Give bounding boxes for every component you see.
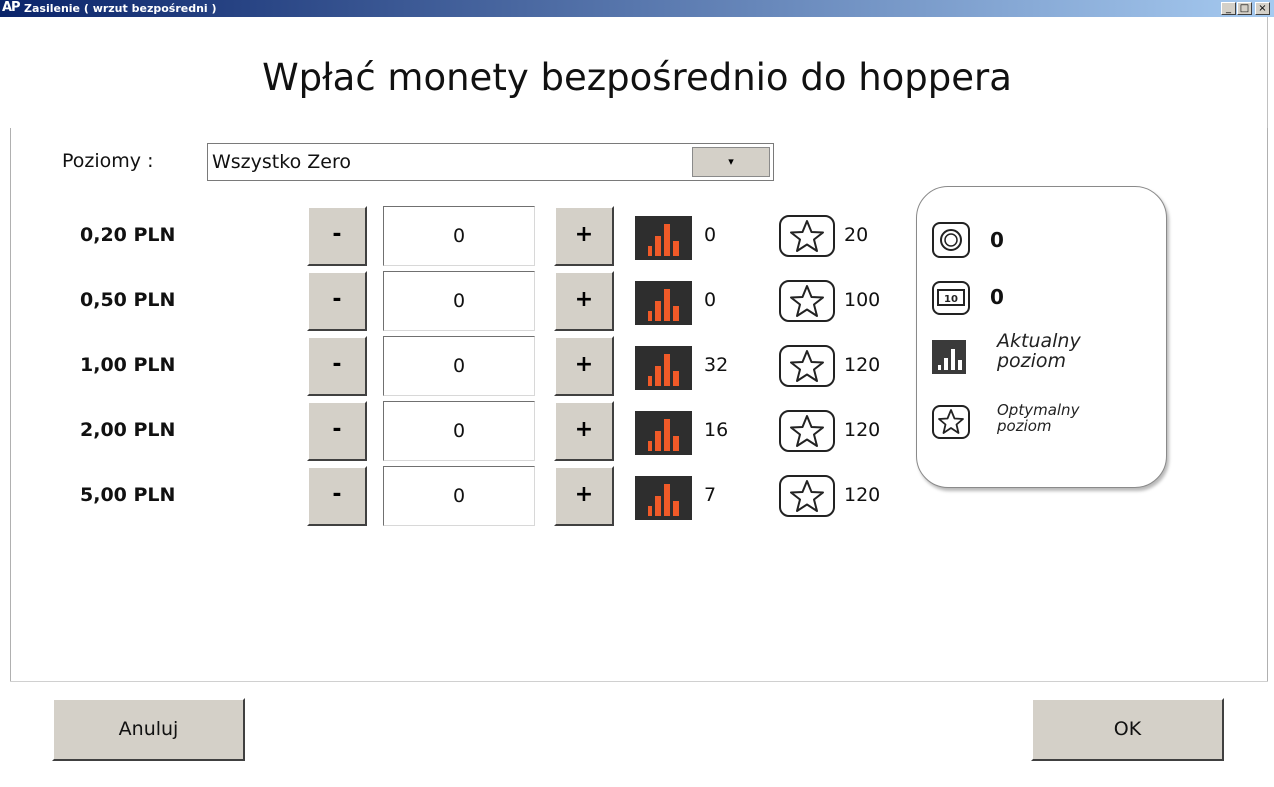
increase-button[interactable]: + bbox=[554, 271, 614, 331]
current-level-icon bbox=[635, 411, 692, 455]
current-level-value: 0 bbox=[704, 224, 717, 246]
minimize-button[interactable]: _ bbox=[1221, 2, 1236, 15]
denomination-label: 5,00 PLN bbox=[80, 484, 176, 506]
close-button[interactable]: × bbox=[1255, 2, 1270, 15]
denomination-label: 1,00 PLN bbox=[80, 354, 176, 376]
increase-button[interactable]: + bbox=[554, 401, 614, 461]
increase-button[interactable]: + bbox=[554, 466, 614, 526]
decrease-button[interactable]: - bbox=[307, 271, 367, 331]
denomination-label: 0,50 PLN bbox=[80, 289, 176, 311]
denomination-label: 0,20 PLN bbox=[80, 224, 176, 246]
current-level-icon bbox=[635, 216, 692, 260]
decrease-button[interactable]: - bbox=[307, 336, 367, 396]
optimal-level-star-icon bbox=[779, 280, 835, 322]
current-level-icon bbox=[635, 346, 692, 390]
banknote-icon: 10 bbox=[932, 281, 970, 315]
current-level-value: 16 bbox=[704, 419, 729, 441]
optimal-level-value: 100 bbox=[844, 289, 881, 311]
quantity-input[interactable]: 0 bbox=[383, 336, 535, 396]
window-title: Zasilenie ( wrzut bezpośredni ) bbox=[24, 2, 217, 15]
current-level-icon bbox=[635, 281, 692, 325]
optimal-level-star-icon bbox=[779, 345, 835, 387]
current-level-legend-icon bbox=[932, 340, 966, 374]
optimal-level-value: 120 bbox=[844, 354, 881, 376]
optimal-level-legend-star-icon bbox=[932, 405, 970, 439]
coin-total-value: 0 bbox=[990, 228, 1004, 252]
optimal-level-value: 120 bbox=[844, 419, 881, 441]
quantity-input[interactable]: 0 bbox=[383, 271, 535, 331]
optimal-level-star-icon bbox=[779, 410, 835, 452]
current-level-value: 32 bbox=[704, 354, 729, 376]
quantity-input[interactable]: 0 bbox=[383, 206, 535, 266]
levels-selected-value: Wszystko Zero bbox=[212, 151, 351, 173]
maximize-button[interactable]: □ bbox=[1237, 2, 1252, 15]
coin-icon bbox=[932, 222, 970, 258]
increase-button[interactable]: + bbox=[554, 206, 614, 266]
optimal-level-star-icon bbox=[779, 215, 835, 257]
optimal-level-star-icon bbox=[779, 475, 835, 517]
banknote-icon-label: 10 bbox=[944, 294, 958, 305]
page-title: Wpłać monety bezpośrednio do hoppera bbox=[262, 56, 1012, 99]
app-logo: AP bbox=[2, 0, 21, 15]
current-level-legend-text: Aktualny poziom bbox=[997, 330, 1081, 372]
quantity-input[interactable]: 0 bbox=[383, 466, 535, 526]
banknote-total-value: 0 bbox=[990, 285, 1004, 309]
levels-dropdown[interactable]: Wszystko Zero ▾ bbox=[207, 143, 774, 181]
decrease-button[interactable]: - bbox=[307, 401, 367, 461]
decrease-button[interactable]: - bbox=[307, 466, 367, 526]
optimal-level-legend-text: Optymalny poziom bbox=[997, 401, 1080, 435]
chevron-down-icon: ▾ bbox=[728, 155, 734, 168]
window-titlebar[interactable]: AP Zasilenie ( wrzut bezpośredni ) _ □ × bbox=[0, 0, 1274, 17]
current-level-value: 0 bbox=[704, 289, 717, 311]
denomination-label: 2,00 PLN bbox=[80, 419, 176, 441]
current-level-value: 7 bbox=[704, 484, 717, 506]
levels-label: Poziomy : bbox=[62, 150, 154, 172]
legend-panel: 0 10 0 Aktualny poziom Optymalny poziom bbox=[916, 186, 1167, 488]
ok-button[interactable]: OK bbox=[1031, 698, 1224, 761]
quantity-input[interactable]: 0 bbox=[383, 401, 535, 461]
footer-separator bbox=[10, 681, 1268, 682]
current-level-icon bbox=[635, 476, 692, 520]
increase-button[interactable]: + bbox=[554, 336, 614, 396]
optimal-level-value: 20 bbox=[844, 224, 869, 246]
dropdown-button[interactable]: ▾ bbox=[692, 147, 770, 177]
decrease-button[interactable]: - bbox=[307, 206, 367, 266]
optimal-level-value: 120 bbox=[844, 484, 881, 506]
cancel-button[interactable]: Anuluj bbox=[52, 698, 245, 761]
